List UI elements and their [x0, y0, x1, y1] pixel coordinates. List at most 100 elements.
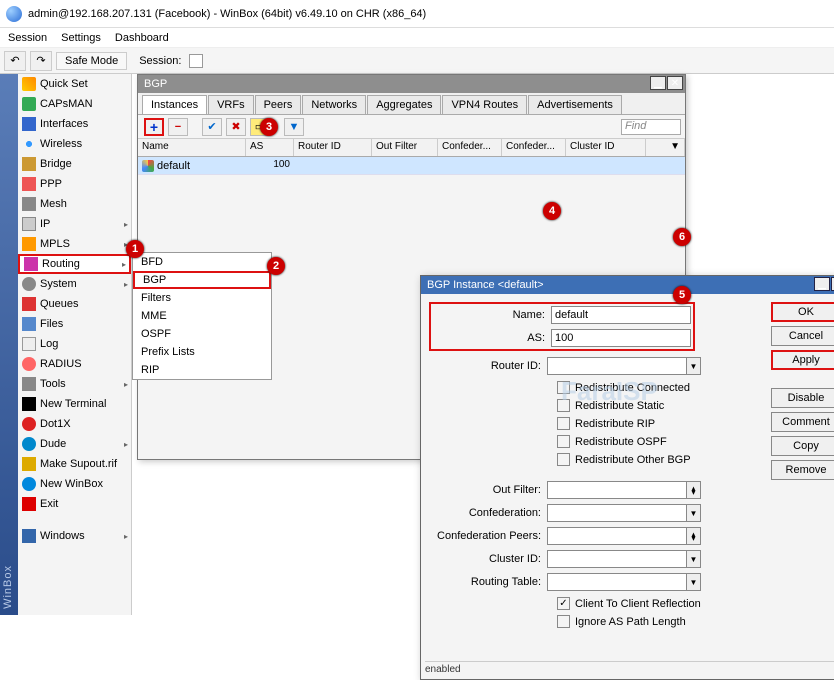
sidebar-item-dot1x[interactable]: Dot1X: [18, 414, 131, 434]
col-name[interactable]: Name: [138, 139, 246, 156]
tab-aggregates[interactable]: Aggregates: [367, 95, 441, 114]
routerid-input[interactable]: [547, 357, 687, 375]
disable-button[interactable]: Disable: [771, 388, 834, 408]
sidebar-item-dude[interactable]: Dude▸: [18, 434, 131, 454]
col-out-filter[interactable]: Out Filter: [372, 139, 438, 156]
sidebar-item-system[interactable]: System▸: [18, 274, 131, 294]
ic-wl-icon: [22, 137, 36, 151]
rtable-input[interactable]: [547, 573, 687, 591]
col-confeder-[interactable]: Confeder...: [502, 139, 566, 156]
dialog-header[interactable]: BGP Instance <default> ▁ ✕: [421, 276, 834, 294]
sidebar-item-ppp[interactable]: PPP: [18, 174, 131, 194]
submenu-item-bfd[interactable]: BFD: [133, 253, 271, 271]
tab-instances[interactable]: Instances: [142, 95, 207, 114]
tab-peers[interactable]: Peers: [255, 95, 302, 114]
checkbox-redistribute-rip[interactable]: [557, 417, 570, 430]
sidebar-item-new-terminal[interactable]: New Terminal: [18, 394, 131, 414]
badge-2: 2: [267, 257, 285, 275]
bgp-close-icon[interactable]: ✕: [667, 76, 683, 90]
badge-5: 5: [673, 286, 691, 304]
sidebar-item-windows[interactable]: Windows▸: [18, 526, 131, 546]
checkbox-redistribute-ospf[interactable]: [557, 435, 570, 448]
confedp-arrow-icon[interactable]: ⧫: [687, 527, 701, 545]
tab-vrfs[interactable]: VRFs: [208, 95, 254, 114]
table-row[interactable]: default 100: [138, 157, 685, 175]
safe-mode-button[interactable]: Safe Mode: [56, 52, 127, 70]
sidebar-item-bridge[interactable]: Bridge: [18, 154, 131, 174]
outfilter-input[interactable]: [547, 481, 687, 499]
ok-button[interactable]: OK: [771, 302, 834, 322]
routerid-dropdown-icon[interactable]: ▼: [687, 357, 701, 375]
menu-session[interactable]: Session: [8, 32, 47, 44]
undo-button[interactable]: ↶: [4, 51, 26, 71]
name-input[interactable]: [551, 306, 691, 324]
redo-button[interactable]: ↷: [30, 51, 52, 71]
submenu-item-mme[interactable]: MME: [133, 307, 271, 325]
menu-settings[interactable]: Settings: [61, 32, 101, 44]
sidebar-item-mesh[interactable]: Mesh: [18, 194, 131, 214]
col-confeder-[interactable]: Confeder...: [438, 139, 502, 156]
apply-button[interactable]: Apply: [771, 350, 834, 370]
col-cluster-id[interactable]: Cluster ID: [566, 139, 646, 156]
checkbox-redistribute-other-bgp[interactable]: [557, 453, 570, 466]
tab-advertisements[interactable]: Advertisements: [528, 95, 622, 114]
menu-dashboard[interactable]: Dashboard: [115, 32, 169, 44]
tab-vpn4-routes[interactable]: VPN4 Routes: [442, 95, 527, 114]
remove-button[interactable]: Remove: [771, 460, 834, 480]
remove-button[interactable]: −: [168, 118, 188, 136]
add-button[interactable]: +: [144, 118, 164, 136]
sidebar-item-capsman[interactable]: CAPsMAN: [18, 94, 131, 114]
filter-button[interactable]: ▼: [284, 118, 304, 136]
c2c-label: Client To Client Reflection: [575, 598, 701, 610]
sidebar-item-interfaces[interactable]: Interfaces: [18, 114, 131, 134]
ic-ip-icon: [22, 217, 36, 231]
sidebar-item-exit[interactable]: Exit: [18, 494, 131, 514]
cancel-button[interactable]: Cancel: [771, 326, 834, 346]
col-menu-icon[interactable]: ▼: [646, 139, 685, 156]
bgp-min-icon[interactable]: ▁: [650, 76, 666, 90]
session-box[interactable]: [189, 54, 203, 68]
rtable-dropdown-icon[interactable]: ▼: [687, 573, 701, 591]
col-as[interactable]: AS: [246, 139, 294, 156]
sidebar-item-routing[interactable]: Routing▸: [18, 254, 131, 274]
sidebar-item-files[interactable]: Files: [18, 314, 131, 334]
sidebar-item-log[interactable]: Log: [18, 334, 131, 354]
cluster-dropdown-icon[interactable]: ▼: [687, 550, 701, 568]
sidebar-item-make-supout-rif[interactable]: Make Supout.rif: [18, 454, 131, 474]
bgp-window-header[interactable]: BGP ▁ ✕: [138, 75, 685, 93]
as-input[interactable]: [551, 329, 691, 347]
find-input[interactable]: Find: [621, 119, 681, 135]
sidebar-item-wireless[interactable]: Wireless: [18, 134, 131, 154]
sidebar-item-mpls[interactable]: MPLS▸: [18, 234, 131, 254]
cluster-input[interactable]: [547, 550, 687, 568]
submenu-item-ospf[interactable]: OSPF: [133, 325, 271, 343]
confed-dropdown-icon[interactable]: ▼: [687, 504, 701, 522]
comment-button[interactable]: Comment: [771, 412, 834, 432]
sidebar-item-queues[interactable]: Queues: [18, 294, 131, 314]
sidebar-item-new-winbox[interactable]: New WinBox: [18, 474, 131, 494]
sidebar-item-ip[interactable]: IP▸: [18, 214, 131, 234]
submenu-item-bgp[interactable]: BGP: [133, 271, 271, 289]
left-rail: WinBox: [0, 74, 18, 615]
sidebar-item-radius[interactable]: RADIUS: [18, 354, 131, 374]
c2c-checkbox[interactable]: [557, 597, 570, 610]
tab-networks[interactable]: Networks: [302, 95, 366, 114]
submenu-item-rip[interactable]: RIP: [133, 361, 271, 379]
submenu-item-prefix-lists[interactable]: Prefix Lists: [133, 343, 271, 361]
enable-button[interactable]: ✔: [202, 118, 222, 136]
submenu-item-filters[interactable]: Filters: [133, 289, 271, 307]
sidebar-item-tools[interactable]: Tools▸: [18, 374, 131, 394]
outfilter-arrow-icon[interactable]: ⧫: [687, 481, 701, 499]
sidebar-item-quick-set[interactable]: Quick Set: [18, 74, 131, 94]
copy-button[interactable]: Copy: [771, 436, 834, 456]
confed-input[interactable]: [547, 504, 687, 522]
confedp-input[interactable]: [547, 527, 687, 545]
disable-button[interactable]: ✖: [226, 118, 246, 136]
ignore-checkbox[interactable]: [557, 615, 570, 628]
checkbox-redistribute-connected[interactable]: [557, 381, 570, 394]
col-router-id[interactable]: Router ID: [294, 139, 372, 156]
sidebar: Quick SetCAPsMANInterfacesWirelessBridge…: [18, 74, 132, 615]
checkbox-redistribute-static[interactable]: [557, 399, 570, 412]
ic-rt-icon: [24, 257, 38, 271]
dlg-min-icon[interactable]: ▁: [814, 277, 830, 291]
